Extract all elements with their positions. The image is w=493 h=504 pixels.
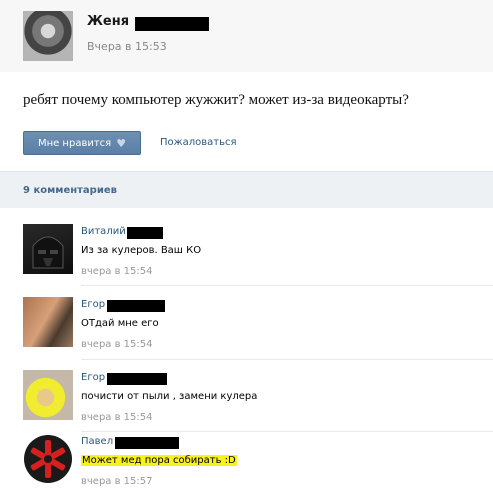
divider (81, 285, 493, 286)
redacted-surname (135, 17, 209, 31)
comments-header[interactable]: 9 комментариев (0, 171, 493, 208)
heart-icon: ♥ (116, 136, 127, 150)
comment-item: Виталий Из за кулеров. Ваш КО вчера в 15… (0, 224, 493, 294)
comment-text: Из за кулеров. Ваш КО (81, 245, 202, 256)
report-link[interactable]: Пожаловаться (160, 137, 237, 148)
comment-item: Павел Может мед пора собирать :D вчера в… (0, 434, 493, 504)
post-timestamp[interactable]: Вчера в 15:53 (87, 40, 167, 53)
redacted-surname (115, 437, 179, 449)
divider (81, 359, 493, 360)
commenter-name[interactable]: Виталий (81, 226, 126, 237)
like-button[interactable]: Мне нравится ♥ (23, 131, 141, 155)
commenter-name[interactable]: Егор (81, 372, 105, 383)
comment-item: Егор почисти от пыли , замени кулера вче… (0, 370, 493, 440)
commenter-avatar[interactable] (23, 224, 73, 274)
comments-count[interactable]: 9 комментариев (23, 185, 117, 196)
redacted-surname (107, 373, 167, 385)
redacted-surname (127, 227, 163, 239)
helmet-icon (32, 236, 64, 269)
highlighted-text: Может мед пора собирать :D (81, 455, 237, 466)
commenter-name[interactable]: Егор (81, 299, 105, 310)
comment-timestamp[interactable]: вчера в 15:54 (81, 412, 153, 423)
post-header: Женя Вчера в 15:53 (0, 0, 493, 72)
asterisk-logo-icon (24, 435, 72, 483)
comment-timestamp[interactable]: вчера в 15:54 (81, 266, 153, 277)
comment-timestamp[interactable]: вчера в 15:54 (81, 339, 153, 350)
author-avatar[interactable] (23, 11, 73, 61)
comment-item: Егор ОТдай мне его вчера в 15:54 (0, 297, 493, 367)
author-name[interactable]: Женя (87, 14, 129, 29)
redacted-surname (107, 300, 165, 312)
comment-text: почисти от пыли , замени кулера (81, 391, 258, 402)
commenter-avatar[interactable] (23, 297, 73, 347)
comment-text: Может мед пора собирать :D (81, 455, 237, 466)
commenter-avatar[interactable] (23, 370, 73, 420)
like-label: Мне нравится (37, 137, 112, 149)
comment-text: ОТдай мне его (81, 318, 159, 329)
post-text: ребят почему компьютер жужжит? может из-… (23, 92, 409, 108)
commenter-name[interactable]: Павел (81, 436, 113, 447)
comment-timestamp[interactable]: вчера в 15:57 (81, 476, 153, 487)
commenter-avatar[interactable] (23, 434, 73, 484)
divider (81, 431, 493, 432)
